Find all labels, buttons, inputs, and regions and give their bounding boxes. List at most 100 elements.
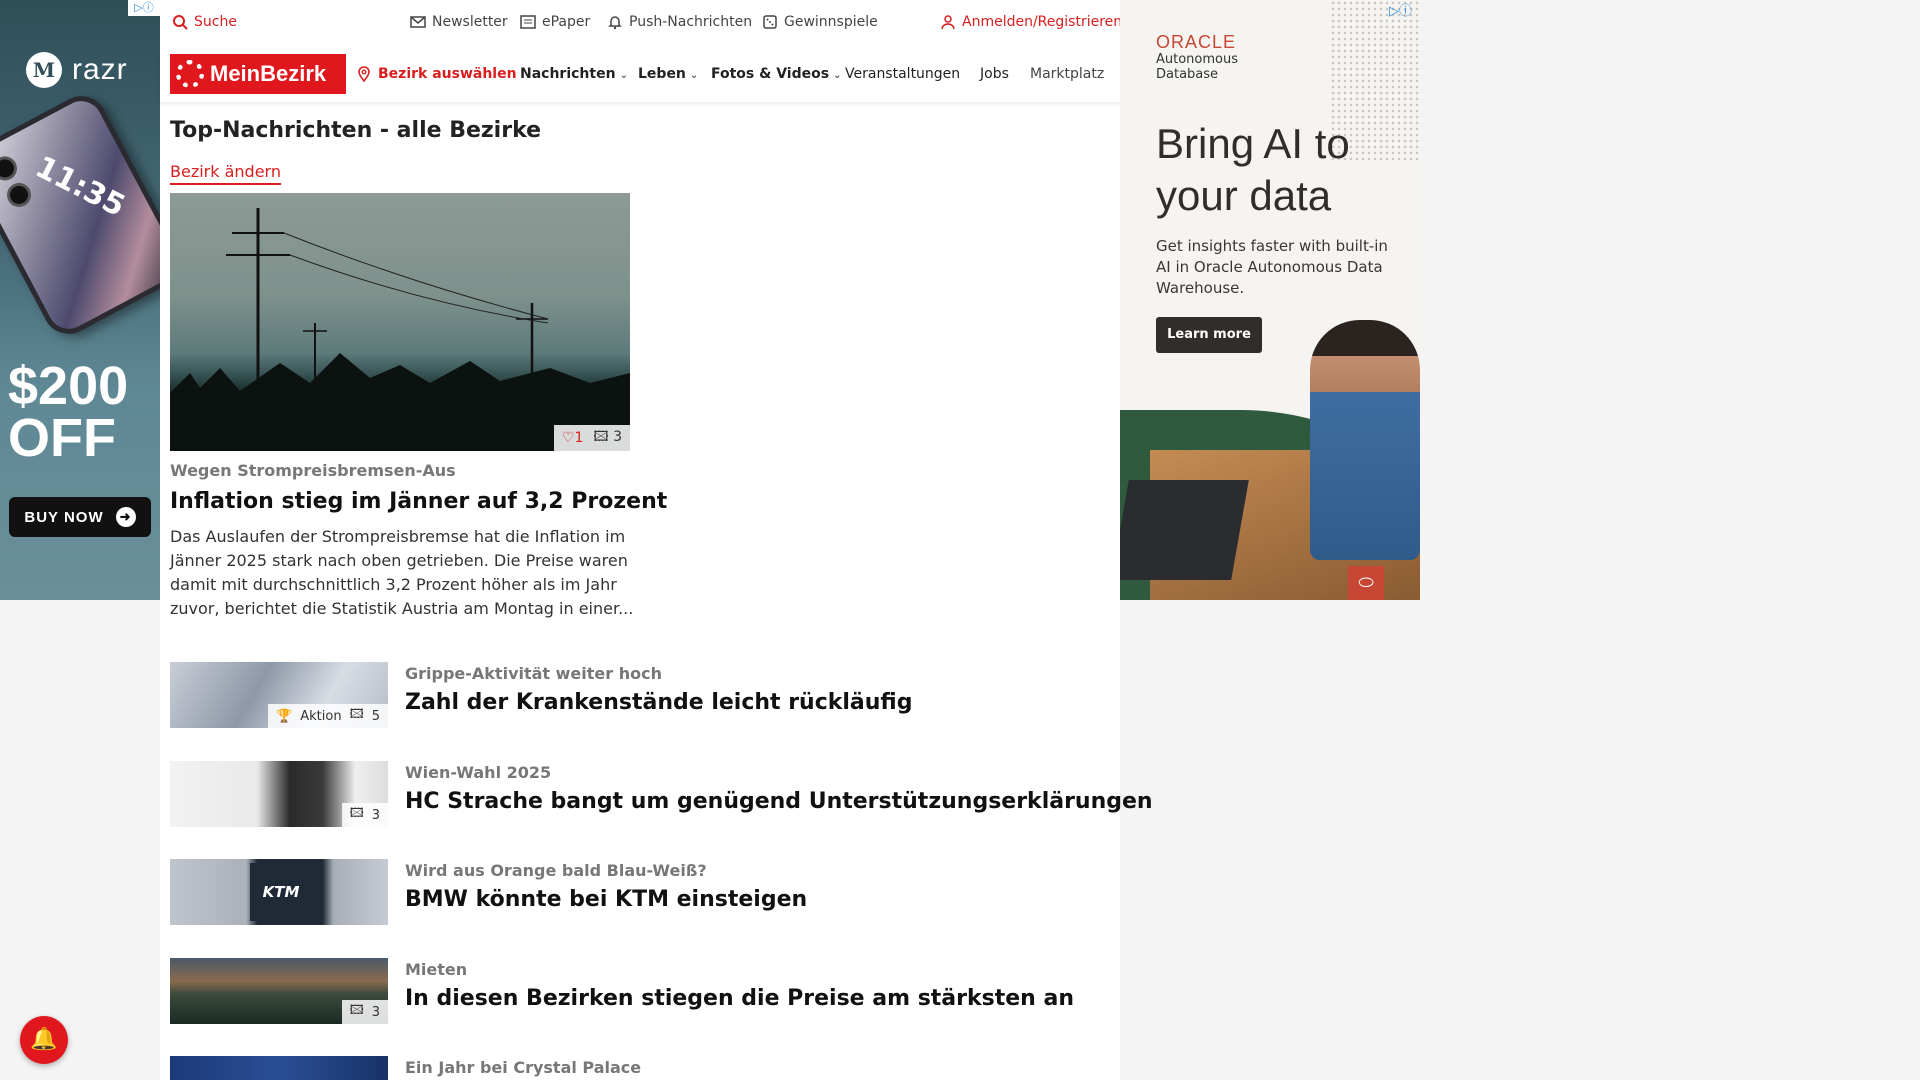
- nav-jobs-label: Jobs: [980, 66, 1009, 82]
- hero-teaser: Das Auslaufen der Strompreisbremse hat d…: [170, 527, 634, 618]
- article-row[interactable]: KTM Wird aus Orange bald Blau-Weiß? BMW …: [170, 859, 1110, 927]
- arrow-right-icon: ➜: [115, 507, 136, 527]
- ad-body: Get insights faster with built-in AI in …: [1156, 237, 1388, 297]
- nav-marktplatz-label: Marktplatz: [1030, 66, 1105, 82]
- gewinnspiele-label: Gewinnspiele: [784, 14, 878, 30]
- image-icon: 🖾: [349, 806, 364, 821]
- gewinnspiele-link[interactable]: Gewinnspiele: [762, 14, 878, 30]
- article-thumbnail[interactable]: [170, 1056, 388, 1080]
- bezirk-select-button[interactable]: Bezirk auswählen: [356, 66, 517, 82]
- nav-nachrichten-label: Nachrichten: [520, 66, 616, 82]
- article-title[interactable]: In diesen Bezirken stiegen die Preise am…: [405, 986, 1074, 1011]
- bell-icon: [607, 14, 623, 30]
- article-row[interactable]: 🏆 Aktion 🖾 5 Grippe-Aktivität weiter hoc…: [170, 662, 1110, 730]
- login-label: Anmelden/Registrieren: [962, 14, 1123, 30]
- change-bezirk-link[interactable]: Bezirk ändern: [170, 162, 281, 185]
- top-utility-bar: Suche Newsletter ePaper Push-Nachrichten…: [160, 0, 1122, 46]
- article-thumbnail[interactable]: 🖾 3: [170, 761, 388, 827]
- chevron-down-icon: ⌄: [689, 70, 699, 81]
- ad-price-amount: $200: [8, 356, 129, 416]
- logo-text: MeinBezirk: [210, 61, 327, 86]
- image-count: 3: [613, 429, 622, 445]
- ad-brand-name: razr: [72, 53, 128, 86]
- search-icon: [172, 14, 188, 30]
- article-kicker: Wird aus Orange bald Blau-Weiß?: [405, 861, 707, 880]
- notification-bell-button[interactable]: 🔔: [20, 1016, 68, 1064]
- ad-price-off: OFF: [8, 408, 116, 468]
- ktm-logo: KTM: [250, 863, 312, 921]
- camera-icon: [2, 178, 36, 212]
- right-ad-banner[interactable]: ▷ⓘ ORACLE Autonomous Database Bring AI t…: [1120, 0, 1420, 600]
- oracle-logo: ORACLE: [1156, 32, 1237, 52]
- article-row[interactable]: 🖾 3 Wien-Wahl 2025 HC Strache bangt um g…: [170, 761, 1153, 829]
- nav-veranstaltungen-label: Veranstaltungen: [845, 66, 961, 82]
- newspaper-icon: [520, 14, 536, 30]
- image-count: 3: [371, 807, 380, 823]
- nav-marktplatz[interactable]: Marktplatz: [1030, 66, 1110, 82]
- ad-subtitle: Autonomous Database: [1156, 52, 1239, 82]
- ad-person-image: [1310, 320, 1420, 560]
- main-navigation: MeinBezirk Bezirk auswählen Nachrichten ⌄…: [160, 50, 1120, 102]
- heart-icon: ♡1: [561, 430, 584, 446]
- chevron-down-icon: ⌄: [619, 70, 628, 81]
- trophy-icon: 🏆: [276, 708, 293, 724]
- camera-icon: [0, 152, 22, 185]
- thumbnail-badge: 🖾 3: [341, 803, 388, 827]
- nav-jobs[interactable]: Jobs: [980, 66, 1009, 82]
- like-count: 1: [574, 430, 584, 446]
- nav-veranstaltungen[interactable]: Veranstaltungen: [845, 66, 960, 82]
- article-thumbnail[interactable]: 🏆 Aktion 🖾 5: [170, 662, 388, 728]
- hero-kicker: Wegen Strompreisbremsen-Aus: [170, 461, 456, 480]
- location-pin-icon: [356, 66, 372, 82]
- ad-brand: M razr: [26, 52, 128, 88]
- nav-fotos-videos-label: Fotos & Videos: [711, 66, 830, 82]
- article-thumbnail[interactable]: 🖾 3: [170, 958, 388, 1024]
- adchoices-icon[interactable]: ▷ⓘ: [128, 0, 160, 16]
- thumbnail-badge: 🏆 Aktion 🖾 5: [268, 704, 388, 728]
- login-link[interactable]: Anmelden/Registrieren: [940, 14, 1122, 30]
- buy-now-button[interactable]: BUY NOW ➜: [9, 497, 151, 537]
- hero-title[interactable]: Inflation stieg im Jänner auf 3,2 Prozen…: [170, 489, 667, 514]
- article-kicker: Ein Jahr bei Crystal Palace: [405, 1058, 642, 1077]
- article-title[interactable]: Zahl der Krankenstände leicht rückläufig: [405, 690, 912, 715]
- article-kicker: Mieten: [405, 960, 468, 979]
- article-title[interactable]: HC Strache bangt um genügend Unterstützu…: [405, 789, 1153, 814]
- buy-now-label: BUY NOW: [24, 508, 104, 526]
- image-count-badge: 🖾 3: [593, 426, 622, 450]
- nav-fotos-videos[interactable]: Fotos & Videos ⌄: [711, 66, 841, 82]
- bell-icon: 🔔: [30, 1027, 58, 1052]
- main-column: Suche Newsletter ePaper Push-Nachrichten…: [160, 0, 1153, 1080]
- phone-image: 11:35: [0, 87, 160, 343]
- logo-sun-icon: [176, 60, 204, 88]
- nav-leben[interactable]: Leben ⌄: [638, 66, 698, 82]
- motorola-logo-icon: M: [26, 52, 62, 88]
- article-kicker: Grippe-Aktivität weiter hoch: [405, 664, 662, 683]
- ad-laptop-image: [1120, 480, 1249, 580]
- push-notifications-link[interactable]: Push-Nachrichten: [607, 14, 752, 30]
- ad-price: $200 OFF: [8, 356, 129, 468]
- article-row[interactable]: Ein Jahr bei Crystal Palace: [170, 1056, 1110, 1080]
- nav-nachrichten[interactable]: Nachrichten ⌄: [520, 66, 628, 82]
- hero-badges: ♡1 🖾 3: [553, 425, 630, 451]
- newsletter-link[interactable]: Newsletter: [410, 14, 508, 30]
- left-ad-banner[interactable]: ▷ⓘ M razr 11:35 $200 OFF BUY NOW ➜: [0, 0, 160, 600]
- thumbnail-badge: 🖾 3: [341, 1000, 388, 1024]
- article-thumbnail[interactable]: KTM: [170, 859, 388, 925]
- epaper-link[interactable]: ePaper: [520, 14, 590, 30]
- article-title[interactable]: BMW könnte bei KTM einsteigen: [405, 887, 807, 912]
- learn-more-button[interactable]: Learn more: [1156, 317, 1262, 353]
- image-icon: 🖾: [593, 429, 609, 445]
- user-icon: [940, 14, 956, 30]
- search-link[interactable]: Suche: [172, 14, 237, 30]
- chevron-down-icon: ⌄: [833, 70, 842, 81]
- mail-icon: [410, 14, 426, 30]
- site-logo[interactable]: MeinBezirk: [170, 54, 346, 94]
- section-title: Top-Nachrichten - alle Bezirke: [170, 118, 542, 143]
- badge-label: Aktion: [300, 708, 342, 724]
- search-label: Suche: [194, 14, 237, 30]
- hero-article-image[interactable]: ♡1 🖾 3: [170, 193, 630, 451]
- dice-icon: [762, 14, 778, 30]
- article-row[interactable]: 🖾 3 Mieten In diesen Bezirken stiegen di…: [170, 958, 1110, 1026]
- power-lines-image: [170, 208, 630, 451]
- adchoices-icon[interactable]: ▷ⓘ: [1389, 0, 1412, 19]
